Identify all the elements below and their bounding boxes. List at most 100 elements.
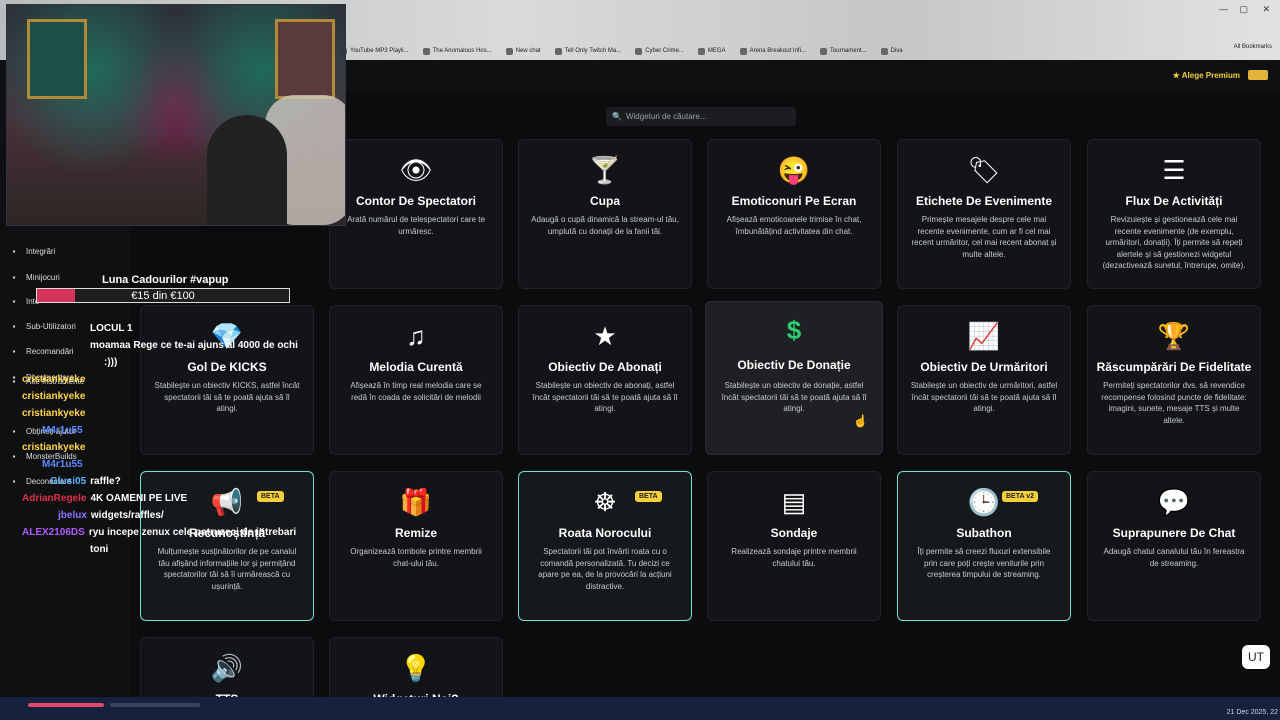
widget-card-description: Afișează în timp real melodia care se re… (350, 381, 482, 402)
chat-text: LOCUL 1 (90, 323, 133, 334)
wheel-icon: ☸ (593, 487, 617, 517)
widget-card[interactable]: 🍸 Cupa Adaugă o cupă dinamică la stream-ul… (518, 139, 692, 289)
cocktail-icon: 🍸 (588, 155, 622, 185)
donation-goal-text: €15 din €100 (131, 290, 195, 302)
minimize-icon[interactable]: — (1219, 4, 1228, 14)
chat-text: ryu incepe zenux cele patruzeci de intre… (88, 527, 297, 538)
bookmark-item[interactable]: Diva (880, 47, 903, 55)
widget-card[interactable]: 🏷 Etichete De Evenimente Primește mesajele… (897, 139, 1071, 289)
widget-card-title: Contor De Spectatori (355, 194, 476, 208)
widget-card[interactable]: 😜 Emoticonuri Pe Ecran Afișează emoticoane… (707, 139, 881, 289)
widget-card-description: Organizează tombole printre membrii chat… (350, 547, 482, 568)
widget-card[interactable]: 💡Widgeturi Noi? (329, 637, 503, 706)
sidebar-item[interactable]: ▪ Integrări (10, 247, 56, 256)
chat-username: AdrianRegele (22, 493, 87, 504)
beta-badge: BETA (635, 491, 662, 502)
bookmark-icon (880, 47, 888, 55)
bookmark-icon (739, 47, 747, 55)
widget-card[interactable]: ♫ Melodia Curentă Afișează în timp real me… (329, 305, 503, 455)
bookmarks-bar: YouTube MP3 Playli... The Anomalous Hos..… (340, 44, 1280, 58)
bookmark-item[interactable]: Tell Only Twitch Ma... (554, 47, 622, 55)
widget-card-title: Remize (394, 526, 438, 540)
widget-card[interactable]: 🔊TTS (140, 637, 314, 706)
chat-text: :))) (104, 357, 118, 368)
widget-card[interactable]: 📈 Obiectiv De Urmăritori Stabilește un obi… (897, 305, 1071, 455)
mouse-cursor-icon: ☝ (853, 414, 868, 428)
chat-message: AdrianRegele 4K OAMENI PE LIVE (22, 493, 187, 504)
gifts-icon: 🎁 (399, 487, 433, 517)
close-icon[interactable]: ✕ (1262, 4, 1270, 15)
sidebar-item[interactable]: ▪ Minijocuri (10, 273, 60, 282)
search-icon: 🔍 (612, 112, 622, 121)
chat-bubble-icon: 💬 (1157, 487, 1191, 517)
star-icon: ★ (1172, 71, 1180, 80)
bookmark-item[interactable]: New chat (505, 47, 541, 55)
widget-card[interactable]: 💬 Suprapunere De Chat Adaugă chatul canalu… (1087, 471, 1261, 621)
bookmark-item[interactable]: The Anomalous Hos... (422, 47, 492, 55)
maximize-icon[interactable]: ▢ (1239, 4, 1248, 15)
search-input[interactable]: 🔍 Widgeturi de căutare... (606, 107, 796, 126)
emoji-icon: 😜 (777, 155, 811, 185)
bookmark-item[interactable]: Tournament... (819, 47, 867, 55)
bookmark-icon (635, 47, 643, 55)
bookmark-label: Tell Only Twitch Ma... (564, 48, 622, 54)
bookmark-icon (697, 47, 705, 55)
bookmark-item[interactable]: MEGA (697, 47, 726, 55)
chat-text: 4K OAMENI PE LIVE (90, 493, 188, 504)
bookmark-label: New chat (515, 48, 541, 54)
media-progress-remaining (110, 703, 200, 707)
chat-message: :))) (104, 357, 117, 368)
widget-card[interactable]: 🏆 Răscumpărări De Fidelitate Permiteți spe… (1087, 305, 1261, 455)
chat-text: raffle? (90, 476, 121, 487)
widget-card[interactable]: 👁 Contor De Spectatori Arată numărul de te… (329, 139, 503, 289)
chat-username: jbelux (58, 510, 87, 521)
widget-card-title: Melodia Curentă (369, 360, 463, 374)
widget-card[interactable]: ▤ Sondaje Realizează sondaje printre membr… (707, 471, 881, 621)
widget-card[interactable]: ☰ Flux De Activități Revizuiește și gestio… (1087, 139, 1261, 289)
widget-card[interactable]: 🎁 Remize Organizează tombole printre membr… (329, 471, 503, 621)
gamepad-icon: ▪ (12, 272, 16, 282)
chat-text: moamaa Rege ce te-ai ajuns al 4000 de oc… (90, 340, 298, 351)
chart-icon: 📈 (967, 321, 1001, 351)
widget-card-title: Cupa (590, 194, 620, 208)
bookmark-item[interactable]: Cyber Crime... (635, 47, 684, 55)
bookmark-label: The Anomalous Hos... (432, 48, 492, 54)
widget-card-title: Emoticonuri Pe Ecran (731, 194, 857, 208)
chat-text: widgets/raffles/ (90, 510, 164, 521)
chat-username: M4r1u55 (42, 459, 83, 470)
widget-card-description: Stabilește un obiectiv de abonați, astfe… (532, 381, 678, 413)
chat-username: M4r1u55 (42, 425, 83, 436)
eye-icon: 👁 (399, 155, 433, 185)
donation-goal-title: Luna Cadourilor #vapup (102, 274, 229, 286)
widget-card[interactable]: $ Obiectiv De Donație Stabilește un obiect… (705, 301, 883, 455)
media-progress[interactable] (28, 703, 104, 707)
bookmark-label: YouTube MP3 Playli... (350, 48, 409, 54)
chat-username: cristiankyeke (22, 374, 86, 385)
widget-card-title: Obiectiv De Abonați (548, 360, 662, 374)
widget-card-title: Subathon (956, 526, 1012, 540)
beta-badge: BETA v2 (1002, 491, 1039, 502)
star-icon: ★ (593, 321, 617, 351)
widget-card-description: Adaugă o cupă dinamică la stream-ul tău,… (531, 215, 679, 236)
widget-card[interactable]: 🕒 Subathon Îți permite să creezi fluxuri e… (897, 471, 1071, 621)
all-bookmarks-link[interactable]: All Bookmarks (1234, 44, 1272, 50)
chat-message: toni (90, 544, 108, 555)
chat-username: cristiankyeke (22, 391, 86, 402)
chat-message: M4r1u55 (42, 425, 87, 436)
bookmark-item[interactable]: Arena Breakout Infi... (739, 47, 806, 55)
donation-goal-bar: €15 din €100 (36, 288, 290, 303)
gun-icon (1248, 70, 1268, 80)
bookmark-item[interactable]: YouTube MP3 Playli... (340, 47, 409, 55)
trophy-icon: 🏆 (1157, 321, 1191, 351)
premium-button[interactable]: ★ Alege Premium (1173, 71, 1240, 80)
taskbar-clock: 21 Dec 2025, 22 (1226, 709, 1278, 716)
widget-card[interactable]: ☸ Roata Norocului Spectatorii tăi pot învâ… (518, 471, 692, 621)
widget-card-description: Spectatorii tăi pot învârti roata cu o c… (538, 547, 672, 591)
floating-action-button[interactable]: UT (1242, 645, 1270, 669)
sidebar-item-label: Integrări (26, 247, 56, 256)
painting-right (275, 19, 335, 99)
chat-text: toni (90, 544, 109, 555)
taskbar (0, 697, 1280, 720)
widget-card[interactable]: ★ Obiectiv De Abonați Stabilește un obiect… (518, 305, 692, 455)
webcam-overlay (6, 4, 346, 226)
